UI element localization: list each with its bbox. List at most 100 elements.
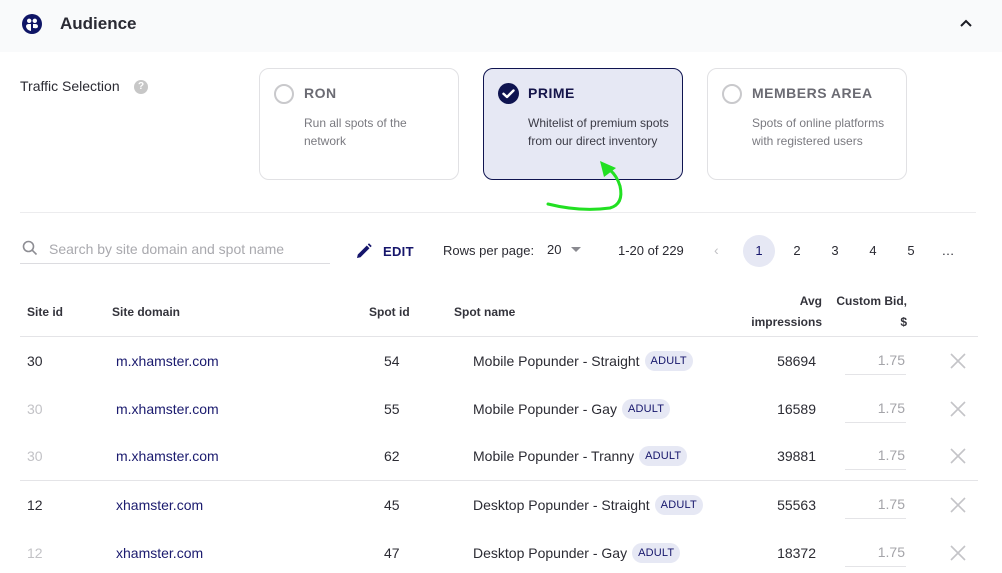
spot-id: 47 (384, 545, 400, 561)
audience-section-header[interactable]: Audience (0, 0, 1002, 52)
chevron-left-icon[interactable]: ‹ (714, 242, 719, 258)
header-line: Custom Bid, (836, 294, 907, 308)
spot-name-text: Mobile Popunder - Tranny (473, 448, 635, 464)
site-id: 30 (27, 353, 43, 369)
column-header-avg-impressions[interactable]: Avg impressions (742, 291, 822, 333)
rows-per-page-value: 20 (547, 242, 562, 257)
table-row: 30 m.xhamster.com 62 Mobile Popunder - T… (0, 446, 1002, 494)
option-description: Run all spots of the network (304, 116, 407, 148)
close-icon[interactable] (950, 353, 966, 369)
traffic-option-members-area[interactable]: MEMBERS AREA Spots of online platforms w… (707, 68, 907, 180)
custom-bid-field[interactable] (845, 351, 906, 375)
adult-badge: ADULT (654, 495, 703, 515)
radio-unchecked-icon[interactable] (274, 84, 294, 104)
custom-bid-field[interactable] (845, 399, 906, 423)
table-row: 12 xhamster.com 45 Desktop Popunder - St… (0, 495, 1002, 543)
spot-id: 62 (384, 448, 400, 464)
spot-name: Mobile Popunder - Tranny ADULT (473, 446, 688, 466)
rows-per-page-select[interactable]: 20 (547, 242, 582, 257)
column-header-custom-bid[interactable]: Custom Bid, $ (830, 291, 907, 333)
spot-id: 45 (384, 497, 400, 513)
site-domain-link[interactable]: xhamster.com (116, 543, 203, 563)
page-button-4[interactable]: 4 (857, 235, 889, 267)
spot-name: Mobile Popunder - Straight ADULT (473, 351, 693, 371)
page-button-1[interactable]: 1 (743, 235, 775, 267)
option-title: RON (304, 85, 337, 101)
page-ellipsis[interactable]: … (932, 235, 964, 267)
caret-down-icon (571, 247, 582, 252)
avg-impressions: 16589 (777, 401, 816, 417)
spot-id: 54 (384, 353, 400, 369)
table-row: 30 m.xhamster.com 55 Mobile Popunder - G… (0, 399, 1002, 447)
radio-unchecked-icon[interactable] (722, 84, 742, 104)
close-icon[interactable] (950, 401, 966, 417)
search-icon (22, 240, 38, 256)
option-title: MEMBERS AREA (752, 85, 873, 101)
spot-name-text: Desktop Popunder - Straight (473, 497, 650, 513)
table-row: 30 m.xhamster.com 54 Mobile Popunder - S… (0, 351, 1002, 399)
option-description: Whitelist of premium spots from our dire… (528, 116, 669, 148)
pagination-range: 1-20 of 229 (618, 243, 684, 258)
page-button-5[interactable]: 5 (895, 235, 927, 267)
custom-bid-field[interactable] (845, 495, 906, 519)
site-domain-link[interactable]: xhamster.com (116, 495, 203, 515)
custom-bid-input[interactable] (845, 543, 905, 560)
site-domain-link[interactable]: m.xhamster.com (116, 351, 219, 371)
option-title: PRIME (528, 85, 575, 101)
adult-badge: ADULT (644, 351, 693, 371)
site-domain-link[interactable]: m.xhamster.com (116, 399, 219, 419)
search-input[interactable] (49, 238, 324, 260)
audience-icon (22, 14, 42, 34)
rows-per-page-label: Rows per page: (443, 243, 535, 258)
traffic-option-prime[interactable]: PRIME Whitelist of premium spots from ou… (483, 68, 683, 180)
group-divider (20, 480, 978, 481)
page-button-2[interactable]: 2 (781, 235, 813, 267)
checkmark-circle-icon[interactable] (498, 83, 519, 104)
chevron-up-icon[interactable] (958, 17, 974, 29)
traffic-option-ron[interactable]: RON Run all spots of the network (259, 68, 459, 180)
section-divider (20, 212, 976, 213)
site-id: 12 (27, 497, 43, 513)
header-line: $ (900, 315, 907, 329)
close-icon[interactable] (950, 448, 966, 464)
column-header-spot-name[interactable]: Spot name (454, 302, 515, 323)
avg-impressions: 55563 (777, 497, 816, 513)
adult-badge: ADULT (639, 446, 688, 466)
table-row: 12 xhamster.com 47 Desktop Popunder - Ga… (0, 543, 1002, 573)
custom-bid-field[interactable] (845, 543, 906, 567)
close-icon[interactable] (950, 497, 966, 513)
column-header-site-id[interactable]: Site id (27, 302, 63, 323)
custom-bid-input[interactable] (845, 446, 905, 463)
table-header-divider (20, 336, 978, 337)
site-domain-link[interactable]: m.xhamster.com (116, 446, 219, 466)
traffic-selection-label: Traffic Selection (20, 78, 120, 94)
custom-bid-input[interactable] (845, 495, 905, 512)
spot-name: Desktop Popunder - Straight ADULT (473, 495, 703, 515)
spot-name-text: Mobile Popunder - Gay (473, 401, 617, 417)
adult-badge: ADULT (621, 399, 671, 419)
site-id: 30 (27, 448, 43, 464)
header-line: impressions (751, 315, 822, 329)
avg-impressions: 58694 (777, 353, 816, 369)
header-line: Avg (799, 294, 822, 308)
edit-button[interactable]: EDIT (356, 241, 414, 261)
section-title: Audience (60, 14, 137, 33)
avg-impressions: 18372 (777, 545, 816, 561)
custom-bid-input[interactable] (845, 351, 905, 368)
page-button-3[interactable]: 3 (819, 235, 851, 267)
adult-badge: ADULT (632, 543, 681, 563)
spot-name: Mobile Popunder - Gay ADULT (473, 399, 671, 419)
site-id: 30 (27, 401, 43, 417)
column-header-site-domain[interactable]: Site domain (112, 302, 180, 323)
help-icon[interactable]: ? (134, 80, 148, 94)
option-description: Spots of online platforms with registere… (752, 116, 885, 148)
close-icon[interactable] (950, 545, 966, 561)
column-header-spot-id[interactable]: Spot id (369, 302, 410, 323)
custom-bid-input[interactable] (845, 399, 905, 416)
spot-name-text: Desktop Popunder - Gay (473, 545, 628, 561)
custom-bid-field[interactable] (845, 446, 906, 470)
spot-name: Desktop Popunder - Gay ADULT (473, 543, 681, 563)
spot-name-text: Mobile Popunder - Straight (473, 353, 640, 369)
search-field[interactable] (20, 236, 330, 264)
site-id: 12 (27, 545, 43, 561)
